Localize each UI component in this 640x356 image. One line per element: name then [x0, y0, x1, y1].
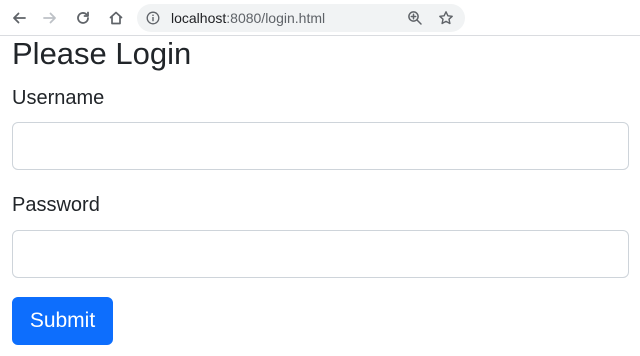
reload-icon	[77, 11, 89, 24]
url-text[interactable]: localhost:8080/login.html	[171, 10, 325, 26]
username-input[interactable]	[12, 122, 629, 170]
home-icon	[109, 11, 123, 25]
home-button[interactable]	[104, 6, 128, 30]
password-label: Password	[12, 194, 100, 216]
submit-button[interactable]: Submit	[12, 297, 113, 345]
zoom-in-icon[interactable]	[407, 10, 423, 26]
page-title: Please Login	[12, 36, 192, 71]
arrow-left-icon	[13, 12, 26, 24]
password-input[interactable]	[12, 230, 629, 278]
back-button[interactable]	[7, 6, 31, 30]
username-label: Username	[12, 87, 105, 109]
info-icon[interactable]	[146, 11, 160, 25]
star-icon[interactable]	[438, 10, 454, 26]
url-host: localhost	[171, 10, 227, 26]
arrow-right-icon	[43, 12, 56, 24]
address-bar[interactable]: localhost:8080/login.html	[137, 4, 465, 32]
browser-toolbar: localhost:8080/login.html	[0, 0, 640, 36]
url-path: :8080/login.html	[226, 10, 326, 26]
forward-button[interactable]	[38, 6, 62, 30]
login-page: Please Login Username Password Submit	[0, 37, 640, 356]
reload-button[interactable]	[71, 6, 95, 30]
